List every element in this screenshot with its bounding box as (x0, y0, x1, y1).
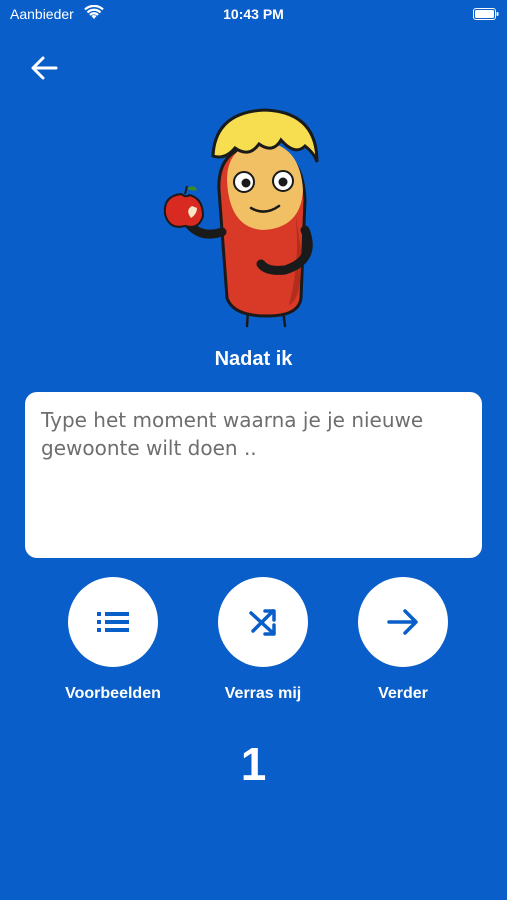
surprise-action: Verras mij (193, 577, 333, 703)
next-action: Verder (333, 577, 473, 703)
examples-button[interactable] (68, 577, 158, 667)
examples-action: Voorbeelden (43, 577, 183, 703)
list-icon (97, 612, 129, 632)
habit-input-card (25, 392, 482, 558)
shuffle-icon (249, 609, 276, 636)
next-label: Verder (378, 685, 428, 702)
step-number: 1 (240, 738, 267, 790)
next-button[interactable] (358, 577, 448, 667)
surprise-button[interactable] (218, 577, 308, 667)
status-bar: Aanbieder 10:43 PM (0, 0, 507, 28)
back-button[interactable] (26, 52, 62, 84)
examples-label: Voorbeelden (65, 685, 161, 702)
step-title: Nadat ik (214, 348, 293, 370)
mascot-illustration (155, 100, 335, 335)
surprise-label: Verras mij (224, 685, 302, 702)
arrow-right-icon (387, 609, 418, 635)
battery-icon (473, 7, 499, 20)
status-time: 10:43 PM (223, 6, 284, 22)
moment-input[interactable] (25, 392, 482, 558)
arrow-left-icon (31, 56, 58, 80)
